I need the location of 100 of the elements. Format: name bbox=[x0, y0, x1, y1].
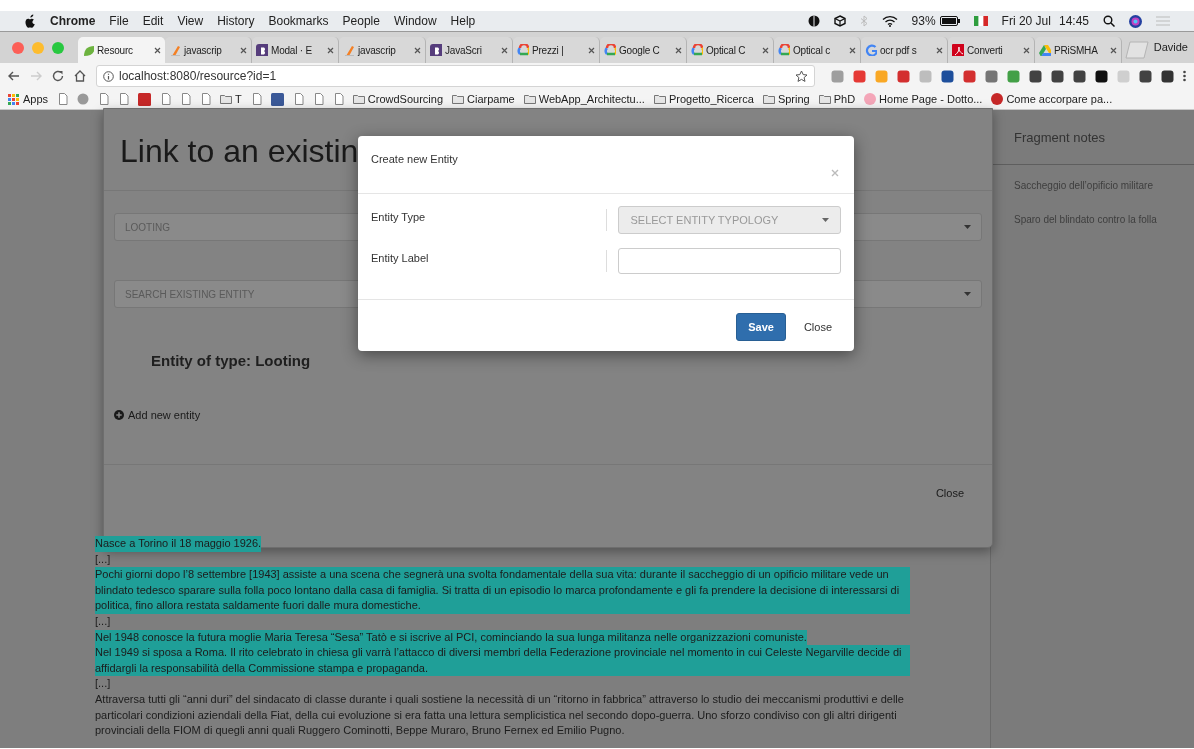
close-icon[interactable] bbox=[762, 46, 769, 54]
browser-tab[interactable]: Converti bbox=[948, 37, 1035, 63]
browser-tab[interactable]: PRiSMHA bbox=[1035, 37, 1122, 63]
battery-icon[interactable] bbox=[939, 16, 960, 26]
extension-icon[interactable] bbox=[1161, 69, 1174, 83]
browser-tab[interactable]: Resourc bbox=[78, 37, 165, 63]
input-field[interactable] bbox=[618, 248, 841, 274]
menu-time[interactable]: 14:45 bbox=[1058, 12, 1089, 30]
extension-icon[interactable] bbox=[1073, 69, 1086, 83]
bookmark-link[interactable]: Come accorpare pa... bbox=[991, 90, 1113, 108]
bookmark-folder[interactable]: PhD bbox=[818, 90, 856, 108]
home-icon[interactable] bbox=[74, 70, 86, 82]
logo-icon[interactable] bbox=[138, 92, 152, 106]
close-icon[interactable] bbox=[240, 46, 247, 54]
close-button[interactable]: Close bbox=[935, 485, 964, 502]
b-logo-icon bbox=[430, 44, 442, 56]
browser-tab[interactable]: JavaScri bbox=[426, 37, 513, 63]
flag-icon[interactable] bbox=[973, 16, 988, 26]
browser-tab[interactable]: javascrip bbox=[165, 37, 252, 63]
body-text: [...] bbox=[95, 613, 111, 629]
close-icon[interactable] bbox=[327, 46, 334, 54]
page-icon[interactable] bbox=[160, 93, 172, 105]
bookmark-folder[interactable]: WebApp_Architectu... bbox=[523, 90, 645, 108]
browser-tab[interactable]: Google C bbox=[600, 37, 687, 63]
grid-icon bbox=[8, 93, 19, 105]
siri-icon[interactable] bbox=[1129, 14, 1142, 28]
menu-item[interactable]: View bbox=[177, 12, 204, 30]
close-icon[interactable] bbox=[501, 46, 508, 54]
bookmark-link[interactable]: Home Page - Dotto... bbox=[864, 90, 983, 108]
page-icon[interactable] bbox=[180, 93, 192, 105]
close-button[interactable]: Close bbox=[803, 313, 832, 341]
cube-icon[interactable] bbox=[833, 15, 846, 27]
close-icon[interactable] bbox=[1023, 46, 1030, 54]
cloud-logo-icon bbox=[604, 44, 616, 56]
bookmark-folder[interactable]: T bbox=[220, 90, 242, 108]
bookmark-folder[interactable]: CrowdSourcing bbox=[352, 90, 443, 108]
search-icon[interactable] bbox=[1103, 15, 1115, 27]
menu-item[interactable]: People bbox=[342, 12, 380, 30]
bookmark-folder[interactable]: Progetto_Ricerca bbox=[653, 90, 754, 108]
circle-icon[interactable] bbox=[77, 93, 90, 105]
save-button[interactable]: Save bbox=[736, 313, 786, 341]
bookmark-folder[interactable]: Spring bbox=[762, 90, 810, 108]
page-icon[interactable] bbox=[312, 93, 324, 105]
close-icon[interactable] bbox=[154, 46, 161, 54]
bookmark-folder[interactable]: Ciarpame bbox=[452, 90, 515, 108]
menu-item[interactable]: History bbox=[217, 12, 255, 30]
apps-bookmark[interactable]: Apps bbox=[8, 90, 49, 108]
extension-icon[interactable] bbox=[941, 69, 954, 83]
browser-tab[interactable]: Optical c bbox=[774, 37, 861, 63]
browser-tab[interactable]: javascrip bbox=[339, 37, 426, 63]
profile-name[interactable]: Davide bbox=[1153, 39, 1188, 56]
browser-tab[interactable]: Optical C bbox=[687, 37, 774, 63]
page-icon[interactable] bbox=[57, 93, 69, 105]
extension-icon[interactable] bbox=[1139, 69, 1152, 83]
browser-tab[interactable]: ocr pdf s bbox=[861, 37, 948, 63]
close-icon[interactable] bbox=[414, 46, 421, 54]
extension-icon[interactable] bbox=[1051, 69, 1064, 83]
page-icon[interactable] bbox=[118, 93, 130, 105]
dialog-title: Create new Entity bbox=[371, 152, 459, 167]
reload-icon[interactable] bbox=[52, 70, 64, 82]
half-circle-icon[interactable] bbox=[807, 15, 820, 27]
browser-tab[interactable]: Modal · E bbox=[252, 37, 339, 63]
app-menu[interactable]: Chrome bbox=[50, 12, 96, 30]
page-icon[interactable] bbox=[292, 93, 304, 105]
menu-item[interactable]: Window bbox=[393, 12, 437, 30]
field-label: Entity Type bbox=[371, 209, 427, 225]
highlighted-text: Nel 1949 si sposa a Roma. Il rito celebrato in chiesa gli varrà l’attacco di diversi membri della Federazione provinciale nel momento in cui Celeste Negarville decide di affidargli la responsabilità della Commissione stampa e propaganda. bbox=[95, 645, 910, 677]
address-field[interactable]: localhost:8080/resource?id=1 bbox=[96, 65, 815, 87]
close-icon[interactable] bbox=[588, 46, 595, 54]
page-icon[interactable] bbox=[332, 93, 344, 105]
menu-item[interactable]: Bookmarks bbox=[268, 12, 329, 30]
stack-icon bbox=[169, 44, 181, 56]
back-icon[interactable] bbox=[8, 71, 20, 81]
page-icon[interactable] bbox=[98, 93, 110, 105]
close-icon[interactable] bbox=[1110, 46, 1117, 54]
body-text: [...] bbox=[95, 676, 111, 692]
info-icon[interactable] bbox=[103, 70, 114, 82]
highlighted-text: Nel 1948 conosce la futura moglie Maria Teresa “Sesa” Tatò e si iscrive al PCI, cominciando la sua lunga militanza nelle organizzazioni comuniste. bbox=[95, 629, 807, 646]
folder-icon bbox=[452, 93, 464, 105]
add-entity-link[interactable]: Add new entity bbox=[114, 406, 201, 423]
menu-date[interactable]: Fri 20 Jul bbox=[1001, 12, 1051, 30]
menu-item[interactable]: Help bbox=[450, 12, 476, 30]
folder-icon bbox=[523, 93, 536, 105]
menu-item[interactable]: File bbox=[109, 12, 129, 30]
cloud-logo-icon bbox=[778, 44, 790, 56]
folder-icon bbox=[818, 93, 831, 105]
menu-icon[interactable] bbox=[1183, 70, 1186, 82]
page-icon[interactable] bbox=[250, 93, 262, 105]
apple-icon[interactable] bbox=[24, 14, 36, 28]
close-icon[interactable] bbox=[936, 46, 943, 54]
extension-icon[interactable] bbox=[1029, 69, 1042, 83]
page-icon[interactable] bbox=[200, 93, 212, 105]
close-icon[interactable] bbox=[675, 46, 682, 54]
browser-tab[interactable]: Prezzi | bbox=[513, 37, 600, 63]
star-icon[interactable] bbox=[795, 69, 808, 83]
logo-icon[interactable] bbox=[270, 92, 284, 106]
close-icon[interactable] bbox=[849, 46, 856, 54]
wifi-icon[interactable] bbox=[881, 15, 898, 27]
menu-item[interactable]: Edit bbox=[142, 12, 164, 30]
extension-icon[interactable] bbox=[1095, 69, 1108, 83]
